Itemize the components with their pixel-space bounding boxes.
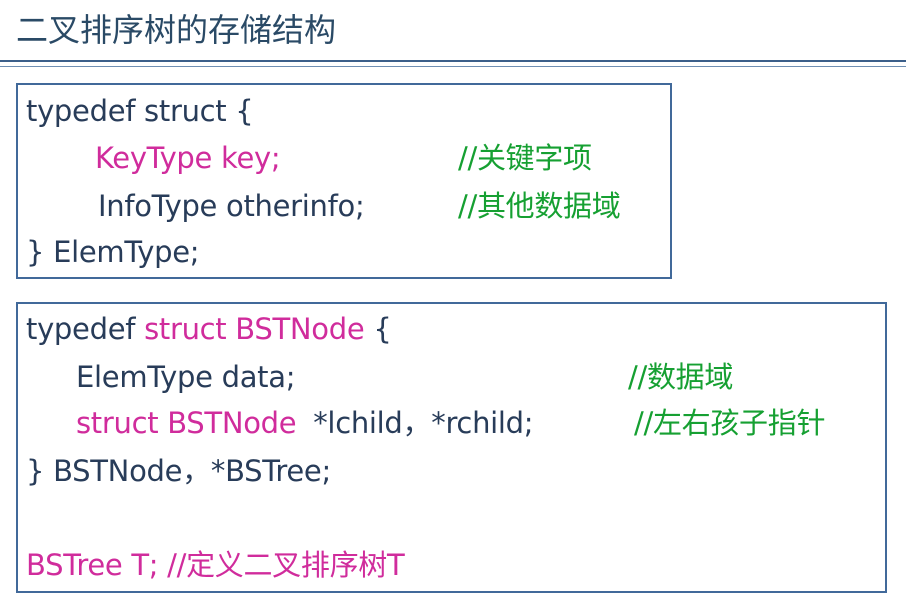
typedef-keyword: typedef [26, 312, 136, 346]
bstnode-typedef-line: typedef struct BSTNode { [26, 309, 392, 349]
elemtype-key-comment: //关键字项 [458, 141, 592, 175]
elemtype-typedef-line: typedef struct { [26, 94, 254, 128]
bstree-decl-line: BSTree T; //定义二叉排序树T [26, 545, 405, 585]
bstree-decl: BSTree T; [26, 548, 159, 582]
bstnode-closing-line: } BSTNode，*BSTree; [26, 454, 331, 488]
elemtype-info-decl: InfoType otherinfo; [98, 189, 365, 223]
bstnode-data-comment: //数据域 [628, 360, 734, 394]
open-brace: { [373, 312, 392, 346]
elemtype-key-decl: KeyType key; [95, 141, 281, 175]
bstnode-child-comment: //左右孩子指针 [634, 406, 826, 440]
title-divider-thin [0, 66, 906, 67]
elemtype-closing-line: } ElemType; [26, 235, 200, 269]
child-pointer-vars: *lchild，*rchild; [313, 406, 534, 440]
bstnode-data-decl: ElemType data; [76, 360, 296, 394]
child-struct-type: struct BSTNode [76, 406, 297, 440]
title-divider [0, 60, 906, 62]
bstnode-child-decl: struct BSTNode *lchild，*rchild; [76, 403, 534, 443]
slide: 二叉排序树的存储结构 typedef struct { KeyType key;… [0, 0, 906, 601]
bstnode-struct-name: struct BSTNode [144, 312, 365, 346]
bstree-comment: //定义二叉排序树T [167, 548, 405, 582]
elemtype-info-comment: //其他数据域 [458, 189, 621, 223]
page-title: 二叉排序树的存储结构 [16, 11, 337, 49]
